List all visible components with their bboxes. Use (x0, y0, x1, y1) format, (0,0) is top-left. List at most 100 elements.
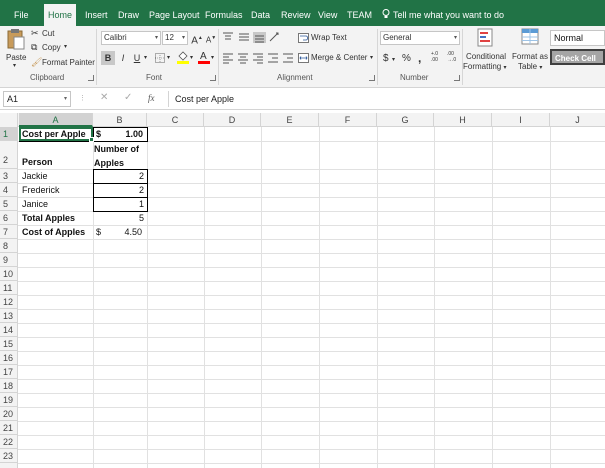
row-header-1[interactable]: 1 (0, 127, 18, 141)
column-header-h[interactable]: H (434, 113, 492, 127)
font-color-button[interactable]: A (197, 50, 211, 64)
copy-button[interactable]: ⧉ Copy ▾ (31, 42, 91, 55)
column-header-a[interactable]: A (19, 113, 93, 127)
currency-dropdown-icon[interactable]: ▾ (392, 56, 395, 63)
borders-dropdown-icon[interactable]: ▾ (167, 54, 170, 61)
row-header-23[interactable]: 23 (0, 449, 18, 463)
cell-b3[interactable]: 2 (96, 169, 144, 183)
merge-center-button[interactable]: Merge & Center ▾ (298, 52, 376, 65)
cell-a6[interactable]: Total Apples (22, 211, 75, 225)
wrap-text-button[interactable]: Wrap Text (298, 32, 353, 45)
format-as-table-button[interactable]: Format as Table ▾ (511, 28, 549, 74)
bold-button[interactable]: B (101, 51, 115, 65)
tab-draw[interactable]: Draw (118, 0, 139, 26)
font-dialog-launcher[interactable] (210, 75, 216, 81)
cell-a5[interactable]: Janice (22, 197, 48, 211)
comma-style-button[interactable]: , (418, 51, 421, 65)
font-family-select[interactable]: Calibri ▾ (101, 31, 161, 45)
insert-function-button[interactable]: fx (148, 93, 155, 103)
conditional-formatting-button[interactable]: Conditional Formatting ▾ (463, 28, 509, 74)
row-header-9[interactable]: 9 (0, 253, 18, 267)
cell-a2[interactable]: Person (22, 155, 53, 169)
currency-format-button[interactable]: $ (383, 53, 389, 64)
fill-color-button[interactable] (176, 51, 190, 65)
row-header-10[interactable]: 10 (0, 267, 18, 281)
style-check-cell[interactable]: Check Cell (550, 49, 605, 65)
column-header-f[interactable]: F (319, 113, 377, 127)
cell-b7[interactable]: 4.50 (96, 225, 142, 239)
alignment-dialog-launcher[interactable] (369, 75, 375, 81)
row-header-4[interactable]: 4 (0, 183, 18, 197)
underline-button[interactable]: U (130, 51, 144, 65)
tab-file[interactable]: File (14, 0, 29, 26)
row-header-20[interactable]: 20 (0, 407, 18, 421)
tab-data[interactable]: Data (251, 0, 270, 26)
select-all-button[interactable] (0, 113, 18, 127)
row-header-11[interactable]: 11 (0, 281, 18, 295)
row-header-17[interactable]: 17 (0, 365, 18, 379)
row-header-3[interactable]: 3 (0, 169, 18, 183)
number-dialog-launcher[interactable] (454, 75, 460, 81)
fill-handle[interactable] (89, 137, 94, 142)
column-header-d[interactable]: D (204, 113, 261, 127)
column-header-j[interactable]: J (550, 113, 605, 127)
row-header-13[interactable]: 13 (0, 309, 18, 323)
row-header-19[interactable]: 19 (0, 393, 18, 407)
decrease-decimal-button[interactable]: .00 →.0 (447, 51, 461, 63)
row-header-21[interactable]: 21 (0, 421, 18, 435)
enter-icon[interactable]: ✓ (124, 92, 132, 103)
cell-b5[interactable]: 1 (96, 197, 144, 211)
style-normal[interactable]: Normal (550, 30, 605, 46)
tab-home[interactable]: Home (44, 4, 77, 26)
increase-font-size-button[interactable]: A▲ (190, 31, 204, 46)
italic-button[interactable]: I (116, 51, 130, 65)
fill-color-dropdown-icon[interactable]: ▾ (190, 54, 193, 61)
column-header-b[interactable]: B (93, 113, 147, 127)
row-header-5[interactable]: 5 (0, 197, 18, 211)
tab-insert[interactable]: Insert (85, 0, 108, 26)
cell-b2-line1[interactable]: Number of (94, 142, 139, 156)
tab-view[interactable]: View (318, 0, 337, 26)
row-header-12[interactable]: 12 (0, 295, 18, 309)
borders-button[interactable] (153, 51, 167, 65)
column-header-g[interactable]: G (377, 113, 434, 127)
row-header-6[interactable]: 6 (0, 211, 18, 225)
clipboard-dialog-launcher[interactable] (88, 75, 94, 81)
tab-page-layout[interactable]: Page Layout (149, 0, 200, 26)
cell-a7[interactable]: Cost of Apples (22, 225, 85, 239)
tab-review[interactable]: Review (281, 0, 311, 26)
cell-b4[interactable]: 2 (96, 183, 144, 197)
format-painter-button[interactable]: 🖌 Format Painter (31, 57, 96, 70)
cell-b1[interactable]: 1.00 (96, 127, 143, 141)
decrease-font-size-button[interactable]: A▼ (204, 31, 218, 45)
formula-input[interactable]: Cost per Apple (168, 91, 602, 107)
number-format-select[interactable]: General ▾ (380, 31, 460, 45)
row-header-14[interactable]: 14 (0, 323, 18, 337)
cancel-icon[interactable]: ✕ (100, 92, 108, 103)
row-header-15[interactable]: 15 (0, 337, 18, 351)
column-header-c[interactable]: C (147, 113, 204, 127)
row-header-22[interactable]: 22 (0, 435, 18, 449)
percent-style-button[interactable]: % (402, 53, 411, 64)
row-header-18[interactable]: 18 (0, 379, 18, 393)
cell-b6[interactable]: 5 (96, 211, 144, 225)
cut-button[interactable]: ✂ Cut (31, 28, 91, 41)
font-color-dropdown-icon[interactable]: ▾ (211, 54, 214, 61)
underline-dropdown-icon[interactable]: ▾ (144, 54, 147, 61)
cell-b2-line2[interactable]: Apples (94, 156, 124, 170)
tab-formulas[interactable]: Formulas (205, 0, 243, 26)
tab-team[interactable]: TEAM (347, 0, 372, 26)
spreadsheet-grid[interactable]: A B C D E F G H I J 1 2 3 4 5 6 7 8 9 10… (0, 113, 605, 468)
column-header-e[interactable]: E (261, 113, 319, 127)
row-header-16[interactable]: 16 (0, 351, 18, 365)
name-box[interactable]: A1 ▾ (3, 91, 71, 107)
column-header-i[interactable]: I (492, 113, 550, 127)
cell-a3[interactable]: Jackie (22, 169, 48, 183)
row-header-8[interactable]: 8 (0, 239, 18, 253)
row-header-2[interactable]: 2 (0, 141, 18, 169)
paste-button[interactable]: Paste ▾ (3, 28, 29, 72)
cell-a4[interactable]: Frederick (22, 183, 60, 197)
increase-decimal-button[interactable]: +.0 .00 (431, 51, 445, 63)
more-options-icon[interactable]: ⋮ (79, 94, 86, 102)
row-header-7[interactable]: 7 (0, 225, 18, 239)
